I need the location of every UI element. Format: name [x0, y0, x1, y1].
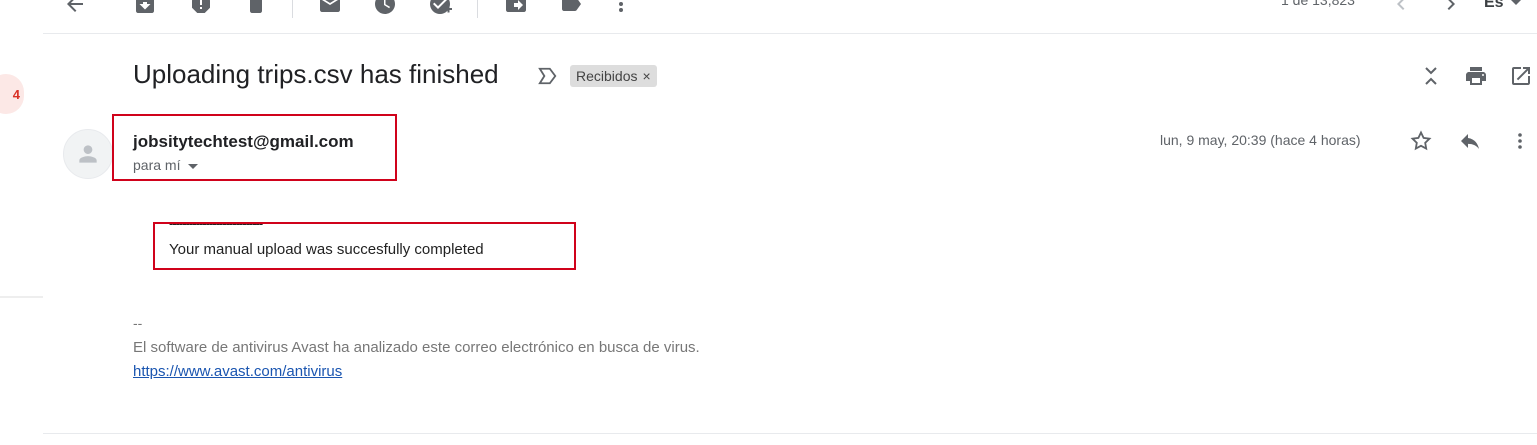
chevron-right-icon[interactable] — [1439, 0, 1463, 16]
collapse-all-icon[interactable] — [1419, 64, 1443, 88]
labels-icon[interactable] — [559, 0, 583, 16]
caret-down-icon — [188, 163, 199, 169]
chevron-left-icon[interactable] — [1389, 0, 1413, 16]
input-tools-label: Es — [1484, 0, 1504, 11]
body-dash-line: ---------------------------- — [169, 216, 263, 231]
chevron-down-icon — [1511, 0, 1522, 6]
sender-email[interactable]: jobsitytechtest@gmail.com — [133, 132, 354, 152]
pagination-count: 1 de 13,823 — [1281, 0, 1355, 8]
email-datetime: lun, 9 may, 20:39 (hace 4 horas) — [1160, 132, 1361, 148]
mark-unread-icon[interactable] — [318, 0, 342, 16]
person-icon — [79, 145, 97, 163]
print-icon[interactable] — [1464, 64, 1488, 88]
importance-marker-icon[interactable] — [537, 66, 559, 86]
reply-icon[interactable] — [1458, 129, 1482, 153]
archive-icon[interactable] — [133, 0, 157, 16]
sidebar-divider — [0, 296, 43, 298]
label-chip-inbox[interactable]: Recibidos × — [570, 65, 657, 87]
remove-label-button[interactable]: × — [642, 68, 650, 84]
delete-icon[interactable] — [244, 0, 268, 16]
email-subject: Uploading trips.csv has finished — [133, 59, 499, 89]
signature-separator: -- — [133, 315, 143, 331]
back-arrow-icon[interactable] — [63, 0, 87, 16]
snooze-icon[interactable] — [373, 0, 397, 16]
toolbar-separator — [477, 0, 478, 18]
more-vert-icon[interactable] — [1508, 129, 1532, 153]
more-vert-icon[interactable] — [609, 0, 633, 16]
move-to-icon[interactable] — [504, 0, 528, 16]
left-sidebar-strip — [0, 0, 43, 445]
input-tools-button[interactable]: Es — [1484, 0, 1522, 12]
add-to-tasks-icon[interactable] — [428, 0, 452, 16]
recipient-details-toggle[interactable]: para mí — [133, 157, 199, 173]
body-message: Your manual upload was succesfully compl… — [169, 241, 484, 258]
label-chip-text: Recibidos — [576, 68, 638, 84]
open-in-new-window-icon[interactable] — [1509, 64, 1533, 88]
star-icon[interactable] — [1409, 129, 1433, 153]
signature-text: El software de antivirus Avast ha analiz… — [133, 339, 700, 356]
message-divider — [43, 433, 1537, 434]
message-toolbar: 1 de 13,823 Es — [43, 0, 1537, 34]
toolbar-separator — [292, 0, 293, 18]
avatar[interactable] — [63, 129, 113, 179]
report-spam-icon[interactable] — [189, 0, 213, 16]
recipient-label: para mí — [133, 157, 181, 173]
signature-link[interactable]: https://www.avast.com/antivirus — [133, 363, 342, 380]
